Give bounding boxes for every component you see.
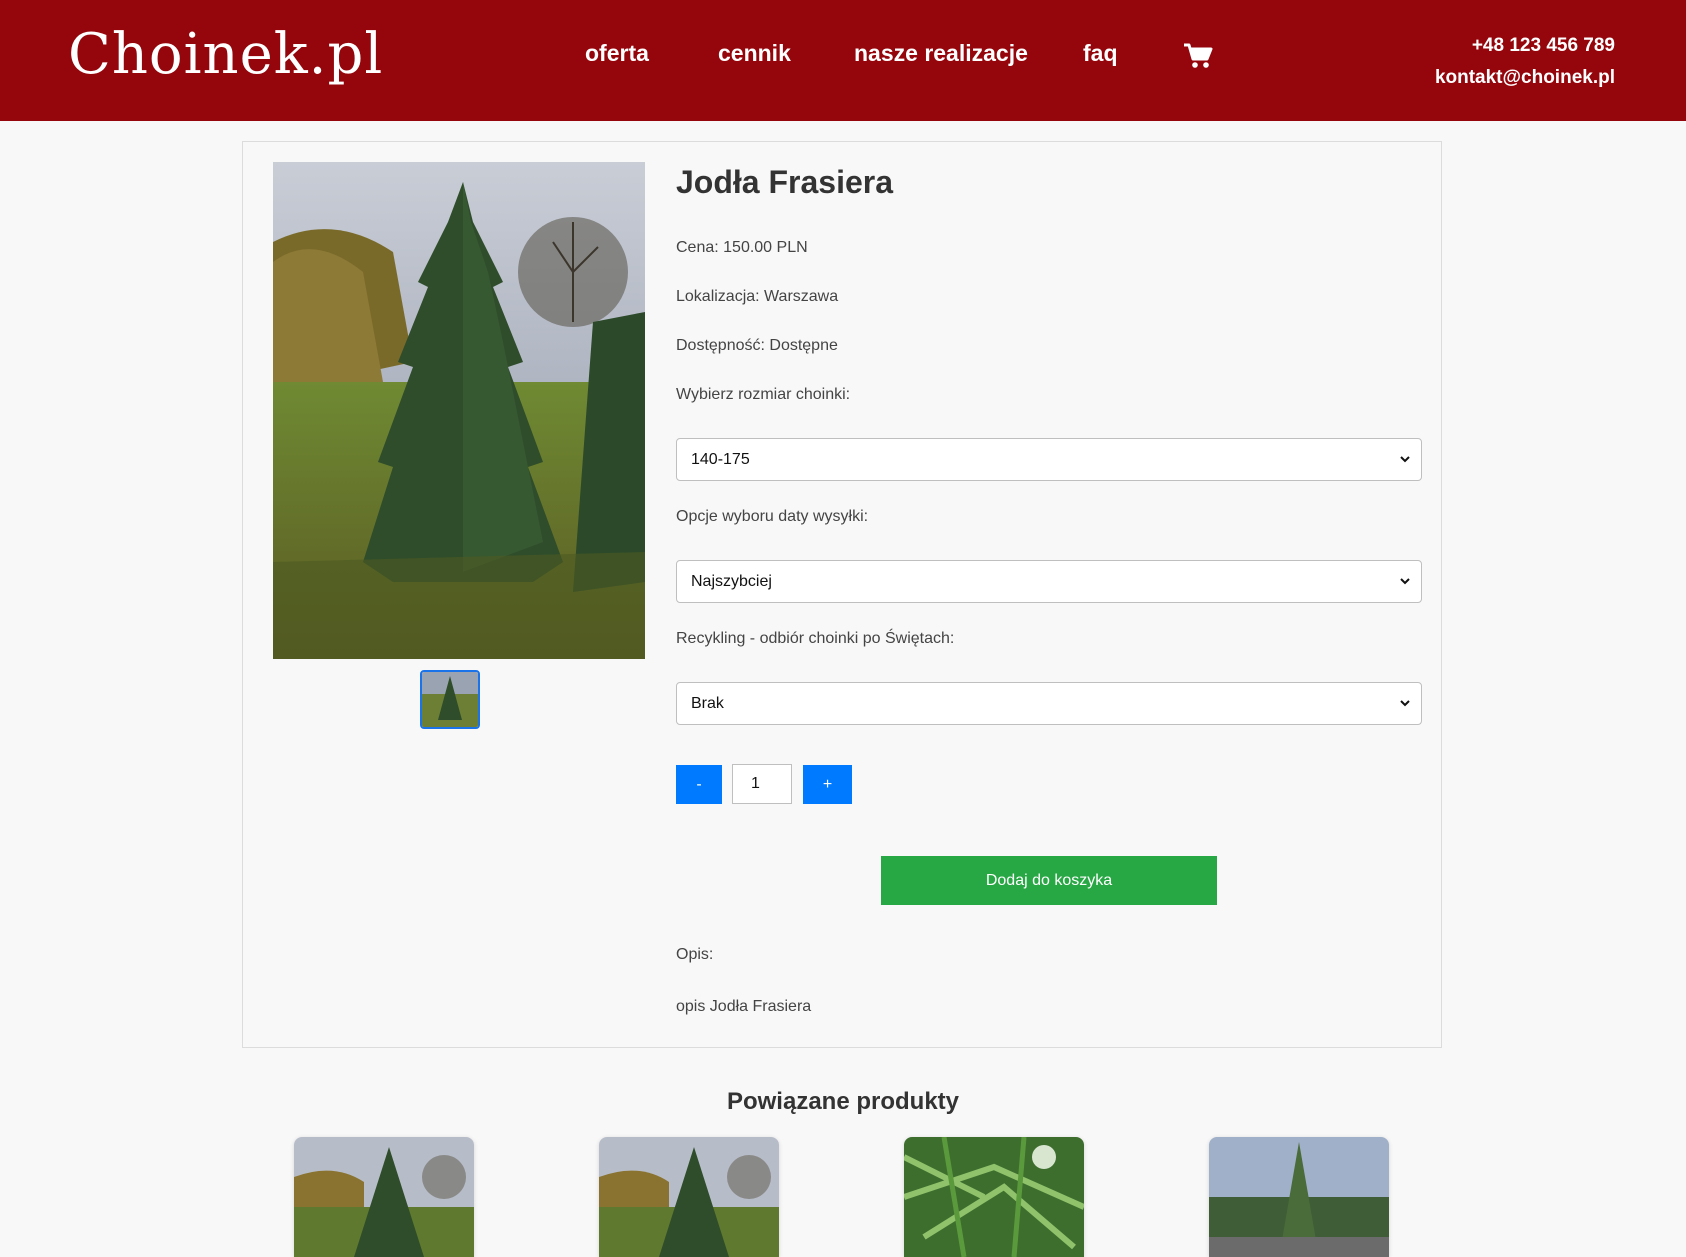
size-label: Wybierz rozmiar choinki: — [676, 386, 851, 403]
product-main-image[interactable] — [273, 162, 645, 659]
shipping-label: Opcje wyboru daty wysyłki: — [676, 508, 869, 525]
product-title: Jodła Frasiera — [676, 164, 893, 200]
email-address[interactable]: kontakt@choinek.pl — [1435, 62, 1615, 94]
product-location: Lokalizacja: Warszawa — [676, 288, 839, 305]
site-logo[interactable]: Choinek.pl — [68, 22, 383, 87]
description-text: opis Jodła Frasiera — [676, 998, 812, 1015]
cart-icon[interactable] — [1183, 42, 1213, 70]
size-select[interactable]: 140-175 — [676, 438, 1422, 481]
description-label: Opis: — [676, 946, 714, 963]
quantity-decrease-button[interactable]: - — [676, 765, 722, 804]
related-product-card[interactable] — [904, 1137, 1084, 1257]
phone-number[interactable]: +48 123 456 789 — [1435, 30, 1615, 62]
contact-info: +48 123 456 789 kontakt@choinek.pl — [1435, 30, 1615, 94]
recycling-label: Recykling - odbiór choinki po Świętach: — [676, 630, 955, 647]
shipping-select-value: Najszybciej — [691, 573, 772, 590]
related-product-card[interactable] — [1209, 1137, 1389, 1257]
chevron-down-icon — [1400, 456, 1410, 463]
shipping-select[interactable]: Najszybciej — [676, 560, 1422, 603]
chevron-down-icon — [1400, 700, 1410, 707]
related-product-card[interactable] — [599, 1137, 779, 1257]
nav-item-cennik[interactable]: cennik — [718, 40, 791, 67]
related-products-title: Powiązane produkty — [726, 1088, 960, 1115]
nav-item-faq[interactable]: faq — [1083, 40, 1118, 67]
recycling-select[interactable]: Brak — [676, 682, 1422, 725]
site-header: Choinek.pl oferta cennik nasze realizacj… — [0, 0, 1686, 121]
product-card: Jodła Frasiera Cena: 150.00 PLN Lokaliza… — [242, 141, 1442, 1048]
size-select-value: 140-175 — [691, 451, 750, 468]
nav-item-realizacje[interactable]: nasze realizacje — [854, 40, 1028, 67]
quantity-increase-button[interactable]: + — [803, 765, 852, 804]
add-to-cart-button[interactable]: Dodaj do koszyka — [881, 856, 1217, 905]
related-product-card[interactable] — [294, 1137, 474, 1257]
recycling-select-value: Brak — [691, 695, 724, 712]
chevron-down-icon — [1400, 578, 1410, 585]
nav-item-oferta[interactable]: oferta — [585, 40, 649, 67]
product-availability: Dostępność: Dostępne — [676, 337, 838, 354]
product-price: Cena: 150.00 PLN — [676, 239, 808, 256]
quantity-input[interactable]: 1 — [732, 764, 792, 804]
product-thumbnail[interactable] — [420, 670, 480, 729]
